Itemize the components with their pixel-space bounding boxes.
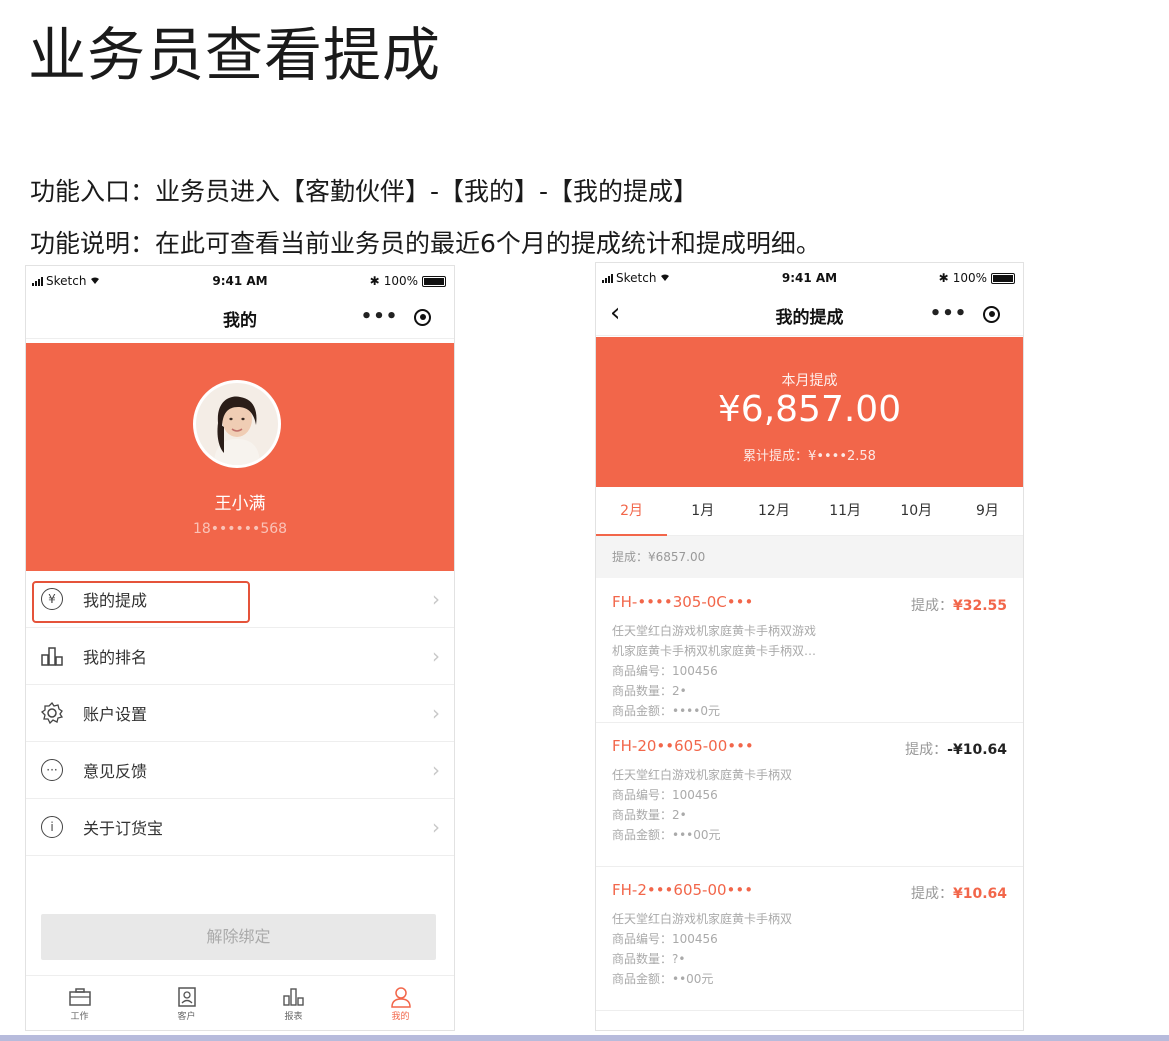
info-icon: i [39, 814, 65, 840]
more-button[interactable]: ••• [358, 302, 401, 332]
month-commission-label: 本月提成 [781, 373, 838, 389]
tab-label: 我的 [391, 1011, 410, 1022]
tab-bar: 工作 客户 报表 我的 [26, 975, 454, 1030]
person-icon [390, 985, 412, 1009]
battery-icon [991, 272, 1015, 284]
more-button[interactable]: ••• [927, 299, 970, 329]
total-commission: 累计提成：¥••••2.58 [743, 449, 876, 464]
order-details: 任天堂红白游戏机家庭黄卡手柄双 商品编号：100456 商品数量：?• 商品金额… [612, 912, 793, 986]
tab-work[interactable]: 工作 [26, 976, 133, 1030]
order-details: 任天堂红白游戏机家庭黄卡手柄双游戏 机家庭黄卡手柄双机家庭黄卡手柄双… 商品编号… [612, 624, 817, 718]
chevron-right-icon: › [432, 815, 440, 839]
tab-month-nov[interactable]: 11月 [810, 487, 881, 535]
menu-label: 账户设置 [83, 705, 148, 724]
nav-bar: 我的 ••• [26, 296, 454, 339]
tab-label: 报表 [284, 1011, 303, 1022]
profile-header: 王小满 18••••••568 [26, 343, 454, 571]
tab-month-jan[interactable]: 1月 [667, 487, 738, 535]
menu-item-about[interactable]: i 关于订货宝 › [26, 799, 454, 856]
menu-label: 意见反馈 [83, 762, 148, 781]
my-commission-screen: Sketch 9:41 AM ✱ 100% ‹ 我的提成 ••• 本月提成 ¥6… [595, 262, 1024, 1031]
order-details: 任天堂红白游戏机家庭黄卡手柄双 商品编号：100456 商品数量：2• 商品金额… [612, 768, 793, 842]
tab-label: 客户 [177, 1011, 196, 1022]
status-bar: Sketch 9:41 AM ✱ 100% [26, 266, 454, 296]
menu-label: 我的排名 [83, 648, 148, 667]
order-commission: 提成：¥10.64 [910, 886, 1007, 902]
chevron-right-icon: › [432, 758, 440, 782]
page-title: 业务员查看提成 [28, 21, 442, 89]
order-item[interactable]: FH-2•••605-00••• 提成：¥10.64 任天堂红白游戏机家庭黄卡手… [596, 867, 1023, 1011]
report-icon [282, 985, 306, 1009]
avatar[interactable] [193, 380, 281, 468]
contact-icon [177, 985, 197, 1009]
tab-reports[interactable]: 报表 [240, 976, 347, 1030]
battery-icon [422, 275, 446, 287]
menu-item-my-commission[interactable]: ¥ 我的提成 › [26, 571, 454, 628]
capsule-menu: ••• [358, 302, 444, 332]
battery-percent: 100% [952, 271, 987, 285]
order-commission: 提成：-¥10.64 [905, 742, 1007, 758]
battery-percent: 100% [383, 274, 418, 288]
menu-list: ¥ 我的提成 › 我的排名 › 账户设置 › ··· 意见反馈 › i 关于订货… [26, 571, 454, 856]
target-icon [414, 308, 431, 326]
gear-icon [39, 700, 65, 726]
menu-item-my-ranking[interactable]: 我的排名 › [26, 628, 454, 685]
nav-bar: ‹ 我的提成 ••• [596, 293, 1023, 336]
month-tabs: 2月 1月 12月 11月 10月 9月 [596, 487, 1023, 536]
close-mini-program-button[interactable] [970, 305, 1013, 323]
tab-month-sep[interactable]: 9月 [952, 487, 1023, 535]
capsule-menu: ••• [927, 299, 1013, 329]
unbind-button[interactable]: 解除绑定 [41, 914, 436, 960]
menu-item-feedback[interactable]: ··· 意见反馈 › [26, 742, 454, 799]
bluetooth-icon: ✱ [938, 271, 949, 285]
chevron-right-icon: › [432, 701, 440, 725]
tab-customers[interactable]: 客户 [133, 976, 240, 1030]
tab-month-oct[interactable]: 10月 [881, 487, 952, 535]
menu-label: 关于订货宝 [83, 819, 164, 838]
order-list: FH-••••305-0C••• 提成：¥32.55 任天堂红白游戏机家庭黄卡手… [596, 579, 1023, 1011]
ranking-icon [39, 643, 65, 669]
menu-item-account-settings[interactable]: 账户设置 › [26, 685, 454, 742]
chevron-right-icon: › [432, 587, 440, 611]
tab-mine[interactable]: 我的 [347, 976, 454, 1030]
user-phone: 18••••••568 [192, 521, 288, 537]
order-item[interactable]: FH-20••605-00••• 提成：-¥10.64 任天堂红白游戏机家庭黄卡… [596, 723, 1023, 867]
order-item[interactable]: FH-••••305-0C••• 提成：¥32.55 任天堂红白游戏机家庭黄卡手… [596, 579, 1023, 723]
month-summary: 提成：¥6857.00 [596, 536, 1023, 578]
highlight-box [32, 581, 250, 623]
bluetooth-icon: ✱ [369, 274, 380, 288]
my-page-screen: Sketch 9:41 AM ✱ 100% 我的 ••• 王小满 18•••••… [25, 265, 455, 1031]
chevron-right-icon: › [432, 644, 440, 668]
target-icon [983, 305, 1000, 323]
user-name: 王小满 [214, 494, 266, 514]
status-bar: Sketch 9:41 AM ✱ 100% [596, 263, 1023, 293]
entry-description: 功能入口：业务员进入【客勤伙伴】-【我的】-【我的提成】 [30, 177, 699, 206]
tab-month-feb[interactable]: 2月 [596, 487, 668, 536]
month-commission-amount: ¥6,857.00 [717, 389, 902, 430]
feedback-icon: ··· [39, 757, 65, 783]
tab-label: 工作 [70, 1011, 89, 1022]
commission-summary-header: 本月提成 ¥6,857.00 累计提成：¥••••2.58 [596, 337, 1023, 487]
close-mini-program-button[interactable] [401, 308, 444, 326]
tab-month-dec[interactable]: 12月 [738, 487, 809, 535]
bottom-strip [0, 1035, 1169, 1041]
function-description: 功能说明：在此可查看当前业务员的最近6个月的提成统计和提成明细。 [30, 229, 821, 258]
order-commission: 提成：¥32.55 [910, 598, 1007, 614]
briefcase-icon [68, 985, 92, 1009]
